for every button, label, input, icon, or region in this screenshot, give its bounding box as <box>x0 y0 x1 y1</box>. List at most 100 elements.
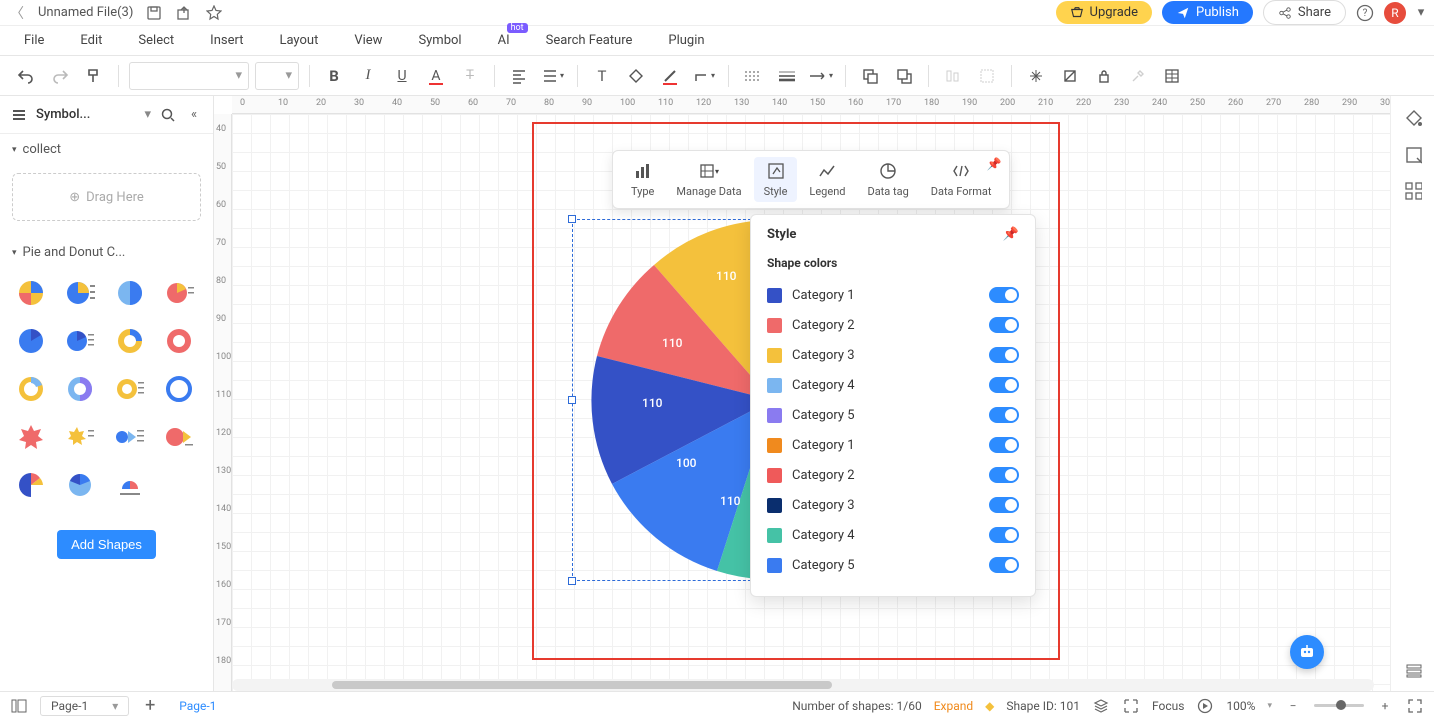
connector-style-button[interactable]: ▾ <box>690 62 718 90</box>
shape-thumb[interactable] <box>10 322 52 360</box>
menu-symbol[interactable]: Symbol <box>418 33 461 48</box>
assistant-fab[interactable] <box>1290 635 1324 669</box>
bold-button[interactable]: B <box>320 62 348 90</box>
style-button[interactable]: Style <box>754 157 798 202</box>
font-size-dropdown[interactable]: ▾ <box>255 62 299 90</box>
shape-thumb[interactable] <box>59 466 101 504</box>
zoom-out-button[interactable]: − <box>1284 697 1302 715</box>
shape-thumb[interactable] <box>109 274 151 312</box>
line-style-button[interactable] <box>739 62 767 90</box>
shape-thumb[interactable] <box>158 274 200 312</box>
shape-thumb[interactable] <box>10 466 52 504</box>
layers-icon[interactable] <box>1092 697 1110 715</box>
layers-panel-icon[interactable] <box>1404 661 1422 679</box>
visibility-toggle[interactable] <box>989 527 1019 543</box>
publish-button[interactable]: Publish <box>1162 1 1253 24</box>
menu-ai[interactable]: AIhot <box>498 33 510 48</box>
line-color-button[interactable] <box>656 62 684 90</box>
library-caret-icon[interactable]: ▾ <box>144 107 151 122</box>
bring-front-button[interactable] <box>856 62 884 90</box>
undo-button[interactable] <box>12 62 40 90</box>
shape-thumb[interactable] <box>109 322 151 360</box>
font-family-dropdown[interactable]: ▾ <box>129 62 249 90</box>
visibility-toggle[interactable] <box>989 317 1019 333</box>
shape-thumb[interactable] <box>59 418 101 456</box>
shape-thumb[interactable] <box>59 274 101 312</box>
menu-file[interactable]: File <box>24 33 44 48</box>
redo-button[interactable] <box>46 62 74 90</box>
shape-thumb[interactable] <box>10 418 52 456</box>
page-dropdown[interactable]: Page-1▾ <box>40 696 129 716</box>
fill-color-button[interactable] <box>622 62 650 90</box>
visibility-toggle[interactable] <box>989 347 1019 363</box>
color-swatch[interactable] <box>767 318 782 333</box>
zoom-value[interactable]: 100% <box>1226 699 1255 713</box>
color-swatch[interactable] <box>767 408 782 423</box>
shape-thumb[interactable] <box>10 274 52 312</box>
export-icon[interactable] <box>175 4 193 22</box>
diamond-icon[interactable]: ◆ <box>985 699 994 713</box>
canvas[interactable]: 110 110 110 100 110 📌 Type ▾ Manage Data… <box>232 114 1390 691</box>
menu-edit[interactable]: Edit <box>80 33 102 48</box>
valign-button[interactable]: ▾ <box>539 62 567 90</box>
italic-button[interactable]: I <box>354 62 382 90</box>
outline-view-icon[interactable] <box>10 697 28 715</box>
legend-button[interactable]: Legend <box>799 157 855 202</box>
color-swatch[interactable] <box>767 348 782 363</box>
strikethrough-button[interactable]: T <box>456 62 484 90</box>
avatar[interactable]: R <box>1384 2 1406 24</box>
zoom-in-button[interactable]: + <box>1376 697 1394 715</box>
avatar-caret-icon[interactable]: ▾ <box>1416 4 1426 22</box>
color-swatch[interactable] <box>767 498 782 513</box>
page-tab[interactable]: Page-1 <box>171 699 224 713</box>
group-button[interactable] <box>973 62 1001 90</box>
shape-thumb[interactable] <box>59 370 101 408</box>
color-swatch[interactable] <box>767 438 782 453</box>
star-icon[interactable] <box>205 4 223 22</box>
arrow-style-button[interactable]: ▾ <box>807 62 835 90</box>
search-icon[interactable] <box>159 106 177 124</box>
menu-view[interactable]: View <box>354 33 382 48</box>
shape-thumb[interactable] <box>158 418 200 456</box>
send-back-button[interactable] <box>890 62 918 90</box>
expand-link[interactable]: Expand <box>934 699 973 713</box>
drop-zone[interactable]: ⊕Drag Here <box>12 173 201 221</box>
color-swatch[interactable] <box>767 528 782 543</box>
library-icon[interactable] <box>10 106 28 124</box>
help-icon[interactable]: ? <box>1356 4 1374 22</box>
line-weight-button[interactable] <box>773 62 801 90</box>
crop-button[interactable] <box>1056 62 1084 90</box>
underline-button[interactable]: U <box>388 62 416 90</box>
visibility-toggle[interactable] <box>989 497 1019 513</box>
file-name[interactable]: Unnamed File(3) <box>38 5 133 20</box>
data-tag-button[interactable]: Data tag <box>857 157 918 202</box>
visibility-toggle[interactable] <box>989 287 1019 303</box>
tools-button[interactable] <box>1124 62 1152 90</box>
horizontal-scrollbar[interactable] <box>232 679 1374 691</box>
format-painter-button[interactable] <box>80 62 108 90</box>
section-collect[interactable]: ▾collect <box>0 134 213 165</box>
grid-panel-icon[interactable] <box>1404 182 1422 200</box>
menu-search-feature[interactable]: Search Feature <box>546 33 633 48</box>
focus-label[interactable]: Focus <box>1152 699 1184 713</box>
manage-data-button[interactable]: ▾ Manage Data <box>666 157 751 202</box>
lock-button[interactable] <box>1090 62 1118 90</box>
scrollbar-thumb[interactable] <box>332 681 832 689</box>
visibility-toggle[interactable] <box>989 437 1019 453</box>
fill-panel-icon[interactable] <box>1404 110 1422 128</box>
chart-type-button[interactable]: Type <box>621 157 664 202</box>
play-icon[interactable] <box>1196 697 1214 715</box>
color-swatch[interactable] <box>767 468 782 483</box>
pin-icon[interactable]: 📌 <box>987 157 1002 171</box>
align-left-button[interactable] <box>505 62 533 90</box>
menu-select[interactable]: Select <box>138 33 174 48</box>
fullscreen-icon[interactable] <box>1406 697 1424 715</box>
font-color-button[interactable]: A <box>422 62 450 90</box>
color-swatch[interactable] <box>767 288 782 303</box>
menu-layout[interactable]: Layout <box>279 33 318 48</box>
menu-plugin[interactable]: Plugin <box>668 33 704 48</box>
color-swatch[interactable] <box>767 558 782 573</box>
shape-thumb[interactable] <box>109 466 151 504</box>
pin-icon[interactable]: 📌 <box>1003 227 1019 242</box>
add-page-button[interactable]: + <box>141 697 159 715</box>
